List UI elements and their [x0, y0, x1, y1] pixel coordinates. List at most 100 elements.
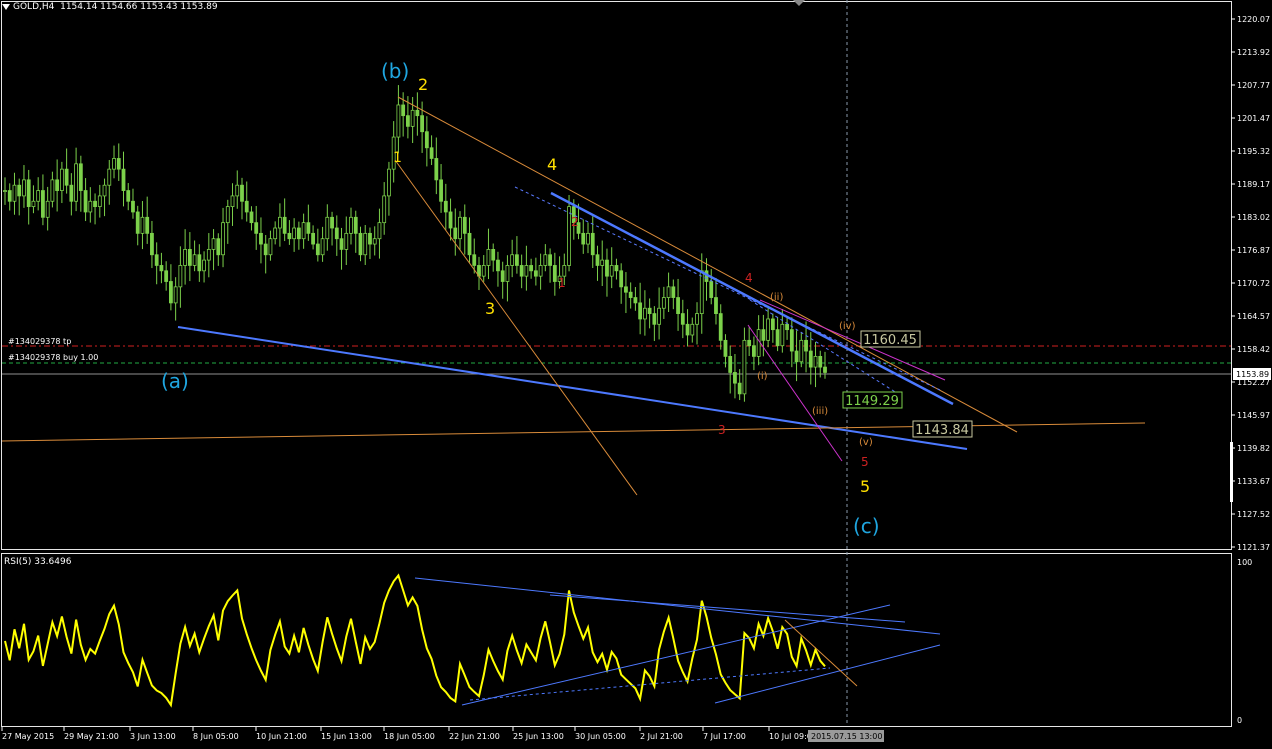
- candle-body: [813, 355, 818, 368]
- candle-body: [192, 254, 197, 266]
- candle-body: [45, 200, 50, 218]
- candle-body: [529, 265, 534, 272]
- candle-body: [83, 190, 88, 213]
- candle-body: [216, 238, 221, 256]
- candle-body: [510, 254, 515, 266]
- candle-body: [240, 184, 244, 202]
- rsi-pane-frame: [1, 553, 1232, 727]
- rsi-trend-1[interactable]: [414, 577, 941, 635]
- rsi-trend-3[interactable]: [461, 604, 891, 706]
- level-box-1149[interactable]: 1149.29: [842, 391, 903, 409]
- trendline-upper-orange[interactable]: [397, 96, 1018, 433]
- rsi-trend-dashed[interactable]: [469, 667, 831, 701]
- candle-body: [486, 249, 491, 266]
- wave-label-a: (a): [161, 369, 189, 393]
- candle-body: [415, 109, 420, 117]
- level-box-1143[interactable]: 1143.84: [912, 420, 973, 438]
- candle-body: [439, 179, 443, 202]
- candle-body: [785, 323, 789, 331]
- candle-body: [723, 339, 728, 357]
- candle-body: [747, 339, 752, 347]
- candle-body: [339, 238, 344, 250]
- wave-label-oii: (ii): [770, 292, 783, 303]
- candle-body: [325, 216, 330, 240]
- candle-body: [377, 222, 382, 240]
- trendline-magenta-2[interactable]: [747, 324, 843, 462]
- level-box-1160-text: 1160.45: [863, 333, 917, 348]
- time-tick-label: 3 Jun 13:00: [130, 732, 176, 741]
- candle-body: [135, 211, 140, 234]
- chart-window[interactable]: 1160.45 1149.29 1143.84 (b) (a) (c) 2 1 …: [0, 0, 1272, 745]
- time-axis: 27 May 2015 29 May 21:00 3 Jun 13:00 8 Jun …: [1, 727, 817, 741]
- price-tick-label: 1158.42: [1237, 345, 1270, 354]
- candle-body: [249, 211, 254, 224]
- price-tick-label: 1139.82: [1237, 444, 1270, 453]
- candle-body: [794, 350, 799, 363]
- level-box-1160[interactable]: 1160.45: [860, 330, 921, 348]
- wave-label-oiv: (iv): [839, 321, 856, 332]
- wave-label-oiii: (iii): [812, 406, 828, 417]
- candle-body: [619, 270, 624, 288]
- price-chart[interactable]: 1160.45 1149.29 1143.84 (b) (a) (c) 2 1 …: [0, 0, 1272, 745]
- candle-body: [638, 302, 643, 320]
- trendline-dashed-blue[interactable]: [514, 186, 941, 391]
- rsi-trend-4[interactable]: [714, 644, 941, 704]
- scroll-marker-icon[interactable]: [793, 0, 805, 6]
- candle-body: [405, 115, 410, 127]
- candle-body: [363, 232, 368, 256]
- dropdown-triangle-icon[interactable]: [2, 3, 10, 10]
- candle-body: [74, 163, 78, 202]
- candle-body: [183, 249, 188, 266]
- candle-body: [368, 232, 372, 245]
- rsi-trend-2[interactable]: [549, 594, 906, 623]
- candle-body: [652, 313, 657, 325]
- candle-body: [467, 232, 472, 256]
- wave-label-b: (b): [381, 59, 409, 83]
- candle-body: [107, 168, 112, 186]
- candle-body: [358, 232, 363, 256]
- candle-body: [263, 243, 268, 256]
- time-tick-label: 2 Jul 21:00: [640, 732, 683, 741]
- candle-body: [178, 265, 183, 288]
- candle-body: [311, 232, 315, 245]
- candle-body: [657, 307, 662, 325]
- time-tick-label: 25 Jun 13:00: [513, 732, 564, 741]
- candle-body: [387, 168, 391, 197]
- candle-body: [666, 286, 671, 298]
- trendline-orange-steep[interactable]: [394, 159, 638, 496]
- candle-body: [496, 259, 500, 272]
- candle-body: [676, 297, 680, 314]
- trendline-upper-blue[interactable]: [550, 191, 954, 406]
- tp-label: #134029378 tp: [8, 337, 71, 346]
- candle-body: [296, 227, 301, 240]
- candle-body: [562, 265, 567, 277]
- candle-body: [519, 265, 524, 277]
- candle-body: [320, 238, 325, 256]
- candle-body: [259, 232, 263, 245]
- candle-body: [17, 184, 22, 197]
- candle-body: [131, 200, 135, 213]
- scroll-indicator[interactable]: [1230, 442, 1233, 502]
- candle-body: [36, 190, 41, 202]
- candle-body: [642, 307, 647, 320]
- candle-body: [41, 190, 45, 218]
- candle-body: [661, 297, 666, 309]
- rsi-indicator-label: RSI(5) 33.6496: [4, 557, 72, 567]
- candle-body: [600, 259, 605, 266]
- candle-body: [752, 345, 756, 357]
- price-tick-label: 1145.97: [1237, 411, 1270, 420]
- price-tick-label: 1189.17: [1237, 180, 1270, 189]
- cursor-time-text: 2015.07.15 13:00: [811, 732, 882, 741]
- trendline-a-lower[interactable]: [177, 326, 968, 450]
- candle-body: [742, 339, 747, 395]
- candle-body: [500, 270, 505, 282]
- candle-body: [187, 249, 192, 266]
- candle-body: [733, 372, 737, 384]
- candle-body: [628, 291, 633, 298]
- candle-body: [605, 259, 609, 277]
- candle-body: [690, 323, 695, 336]
- trendline-horizontal-orange[interactable]: [1, 422, 1146, 442]
- candle-body: [633, 297, 638, 304]
- wave-label-oi: (i): [757, 371, 768, 382]
- candle-body: [349, 216, 353, 234]
